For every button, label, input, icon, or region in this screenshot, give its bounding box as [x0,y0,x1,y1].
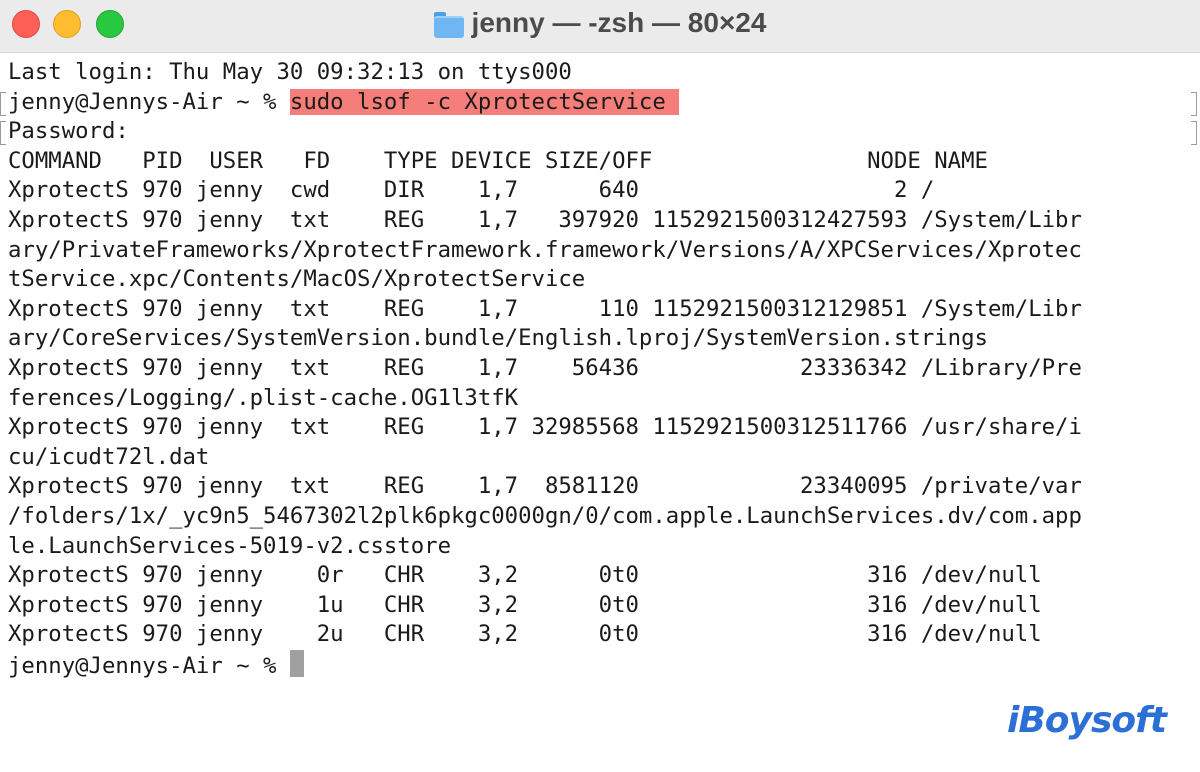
terminal-line: XprotectS 970 jenny cwd DIR 1,7 640 2 / [8,176,1198,206]
output-text: XprotectS 970 jenny 1u CHR 3,2 0t0 316 /… [8,591,1042,618]
terminal-line: cu/icudt72l.dat [8,443,1198,473]
terminal-line: XprotectS 970 jenny txt REG 1,7 8581120 … [8,472,1198,502]
title-bar[interactable]: jenny — -zsh — 80×24 [0,0,1200,53]
terminal-line: ary/CoreServices/SystemVersion.bundle/En… [8,324,1198,354]
output-text: tService.xpc/Contents/MacOS/XprotectServ… [8,266,586,293]
terminal-line: XprotectS 970 jenny txt REG 1,7 56436 23… [8,354,1198,384]
terminal-line: XprotectS 970 jenny txt REG 1,7 32985568… [8,413,1198,443]
terminal-window: jenny — -zsh — 80×24 Last login: Thu May… [0,0,1200,772]
terminal-line: le.LaunchServices-5019-v2.csstore [8,532,1198,562]
terminal-line: /folders/1x/_yc9n5_5467302l2plk6pkgc0000… [8,502,1198,532]
output-text: XprotectS 970 jenny 2u CHR 3,2 0t0 316 /… [8,621,1042,648]
output-text: ary/PrivateFrameworks/XprotectFramework.… [8,236,1082,263]
output-text: XprotectS 970 jenny cwd DIR 1,7 640 2 / [8,177,935,204]
terminal-line: jenny@Jennys-Air ~ % sudo lsof -c Xprote… [8,88,1198,118]
window-title-container: jenny — -zsh — 80×24 [0,5,1200,41]
line-mark-left [0,91,6,116]
line-mark-right [1191,91,1197,116]
output-text: XprotectS 970 jenny txt REG 1,7 8581120 … [8,473,1082,500]
folder-icon [433,12,464,38]
line-mark-right [1191,121,1197,146]
line-mark-left [0,121,6,146]
output-text: XprotectS 970 jenny txt REG 1,7 56436 23… [8,354,1082,381]
terminal-line: XprotectS 970 jenny txt REG 1,7 110 1152… [8,295,1198,325]
output-text: XprotectS 970 jenny txt REG 1,7 32985568… [8,414,1082,441]
iboysoft-watermark: iBoysoft [1006,700,1167,741]
text-cursor [289,649,304,677]
output-text: ary/CoreServices/SystemVersion.bundle/En… [8,325,988,352]
terminal-line: Password: [8,117,1198,147]
output-text: XprotectS 970 jenny txt REG 1,7 110 1152… [8,295,1082,322]
output-text: Password: [8,118,129,145]
shell-prompt: jenny@Jennys-Air ~ % [8,88,290,115]
output-text: le.LaunchServices-5019-v2.csstore [8,532,451,559]
terminal-line: XprotectS 970 jenny 2u CHR 3,2 0t0 316 /… [8,620,1198,650]
terminal-output[interactable]: Last login: Thu May 30 09:32:13 on ttys0… [8,58,1198,708]
terminal-line: ary/PrivateFrameworks/XprotectFramework.… [8,236,1198,266]
output-text: XprotectS 970 jenny 0r CHR 3,2 0t0 316 /… [8,562,1042,589]
terminal-line: XprotectS 970 jenny 1u CHR 3,2 0t0 316 /… [8,591,1198,621]
terminal-line: Last login: Thu May 30 09:32:13 on ttys0… [8,58,1198,88]
output-text: ferences/Logging/.plist-cache.OG1l3tfK [8,384,519,411]
output-text: Last login: Thu May 30 09:32:13 on ttys0… [8,59,572,85]
terminal-line: COMMAND PID USER FD TYPE DEVICE SIZE/OFF… [8,147,1198,177]
terminal-line: jenny@Jennys-Air ~ % [8,649,1198,680]
terminal-line: ferences/Logging/.plist-cache.OG1l3tfK [8,384,1198,414]
output-text: COMMAND PID USER FD TYPE DEVICE SIZE/OFF… [8,147,988,174]
window-title: jenny — -zsh — 80×24 [471,7,767,38]
terminal-line: XprotectS 970 jenny 0r CHR 3,2 0t0 316 /… [8,561,1198,591]
output-text: XprotectS 970 jenny txt REG 1,7 397920 1… [8,206,1082,233]
highlighted-command: sudo lsof -c XprotectService [289,88,680,115]
output-text: cu/icudt72l.dat [8,443,210,470]
terminal-line: tService.xpc/Contents/MacOS/XprotectServ… [8,265,1198,295]
shell-prompt: jenny@Jennys-Air ~ % [8,652,290,679]
output-text: /folders/1x/_yc9n5_5467302l2plk6pkgc0000… [8,502,1082,529]
terminal-line: XprotectS 970 jenny txt REG 1,7 397920 1… [8,206,1198,236]
